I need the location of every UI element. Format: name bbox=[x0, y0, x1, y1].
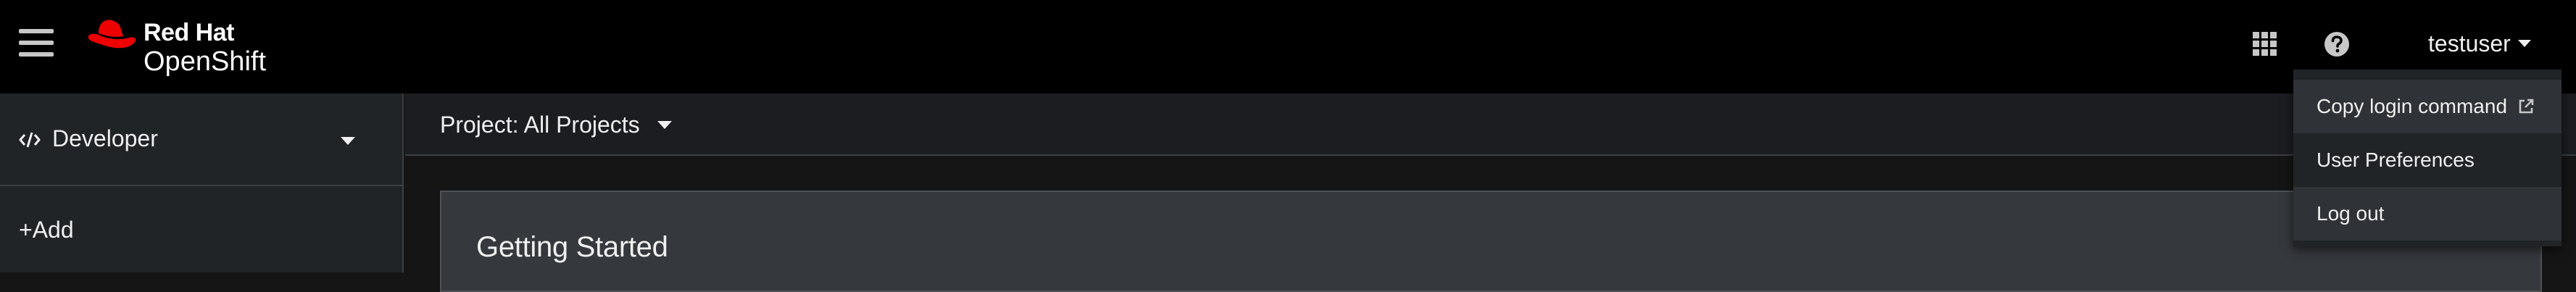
question-circle-icon[interactable] bbox=[2324, 31, 2350, 57]
sidebar-item-label: +Add bbox=[19, 217, 74, 243]
product-name: OpenShift bbox=[144, 46, 266, 77]
perspective-label: Developer bbox=[52, 125, 158, 151]
project-selector[interactable]: Project: All Projects bbox=[440, 108, 672, 141]
caret-down-icon bbox=[657, 120, 672, 129]
main-content: Getting Started bbox=[405, 157, 2576, 292]
perspective-switcher[interactable]: Developer bbox=[0, 93, 402, 186]
project-bar: Project: All Projects bbox=[405, 93, 2576, 156]
project-selector-label: Project: All Projects bbox=[440, 111, 640, 138]
external-link-icon bbox=[2519, 99, 2534, 114]
getting-started-card: Getting Started bbox=[440, 191, 2542, 292]
grid-icon[interactable] bbox=[2253, 32, 2277, 57]
brand-name: Red Hat bbox=[144, 19, 234, 46]
user-menu-toggle[interactable]: testuser bbox=[2428, 28, 2531, 59]
hamburger-menu-icon[interactable] bbox=[19, 28, 57, 58]
user-dropdown-menu: Copy login command User Preferences Log … bbox=[2293, 70, 2562, 246]
code-icon bbox=[19, 132, 41, 148]
card-title: Getting Started bbox=[476, 231, 668, 263]
sidebar: Developer +Add bbox=[0, 93, 404, 272]
menu-item-label: User Preferences bbox=[2317, 149, 2475, 171]
caret-down-icon bbox=[341, 137, 355, 145]
menu-item-label: Copy login command bbox=[2317, 95, 2508, 117]
user-preferences-item[interactable]: User Preferences bbox=[2293, 133, 2562, 187]
log-out-item[interactable]: Log out bbox=[2293, 187, 2562, 241]
username: testuser bbox=[2428, 30, 2511, 57]
caret-down-icon bbox=[2517, 40, 2531, 47]
masthead: Red Hat OpenShift testuser bbox=[0, 0, 2576, 93]
sidebar-item-add[interactable]: +Add bbox=[0, 188, 402, 272]
menu-item-label: Log out bbox=[2317, 202, 2385, 225]
copy-login-command-item[interactable]: Copy login command bbox=[2293, 80, 2562, 133]
brand-logo[interactable]: Red Hat OpenShift bbox=[86, 13, 288, 77]
red-hat-logo-icon bbox=[88, 20, 136, 49]
